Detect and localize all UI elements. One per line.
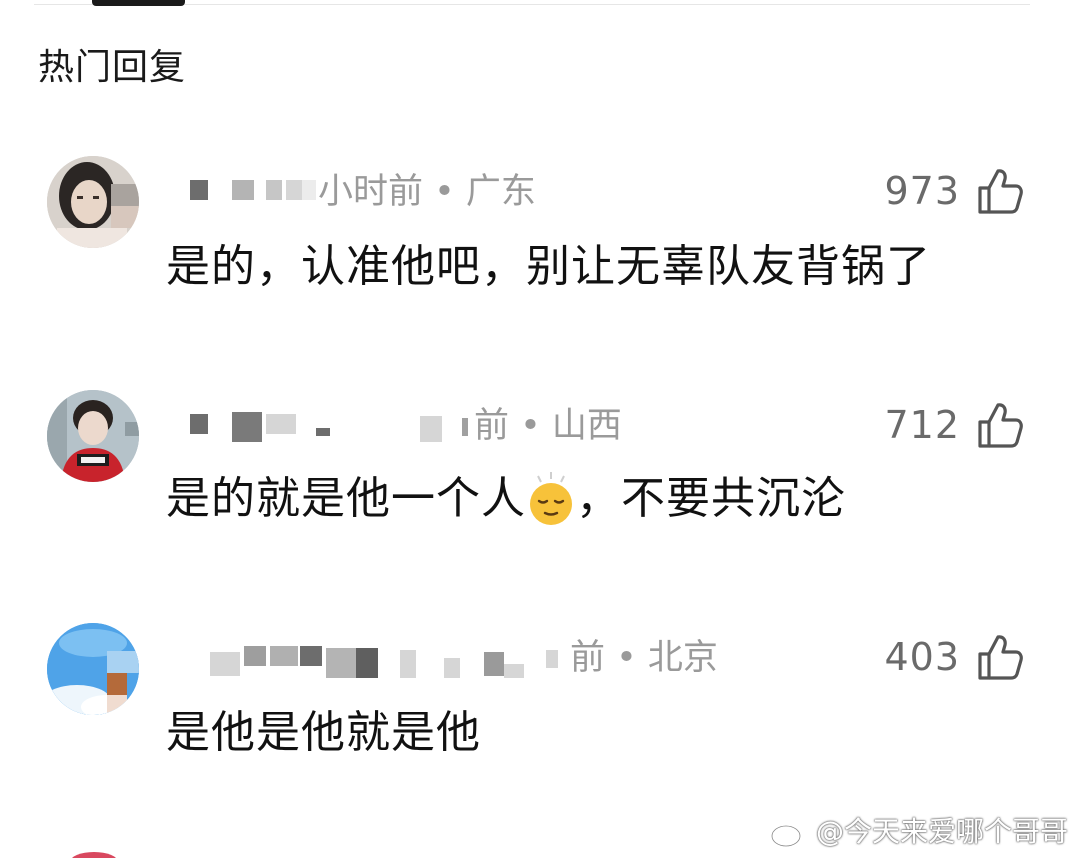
thumbs-up-icon — [978, 169, 1023, 214]
blurred-username — [190, 414, 208, 434]
avatar[interactable] — [47, 390, 139, 482]
comment-meta: 小时前 • 广东 — [190, 168, 890, 216]
comment-meta: 前 • 北京 — [190, 634, 890, 682]
comment-text: 是的，认准他吧，别让无辜队友背锅了 — [166, 241, 931, 292]
active-tab-indicator — [92, 0, 185, 6]
like-count: 973 — [884, 169, 960, 213]
like-button[interactable]: 712 — [884, 400, 1024, 450]
blurred-username — [190, 180, 208, 200]
weibo-logo-icon — [770, 816, 810, 848]
comment-meta: 前 • 山西 — [190, 402, 890, 450]
watermark-text: @今天来爱哪个哥哥 — [815, 815, 1068, 848]
comment-text: 是的就是他一个人 ，不要共沉沦 — [166, 470, 846, 528]
thumbs-up-icon — [978, 403, 1023, 448]
comment-time-location: 小时前 • 广东 — [318, 172, 536, 212]
blurred-username — [210, 652, 240, 676]
comment-text-part: 是的就是他一个人 — [166, 473, 526, 524]
section-title: 热门回复 — [38, 47, 187, 88]
avatar-photo — [47, 390, 139, 482]
comment-text: 是他是他就是他 — [166, 707, 481, 758]
like-button[interactable]: 403 — [884, 632, 1024, 682]
comment-time-location: 前 • 山西 — [474, 406, 622, 446]
hot-replies-screen: 热门回复 小时前 • 广东 973 是的，认准他吧，别让无辜队友背锅了 前 • … — [0, 0, 1076, 858]
relieved-face-emoji-icon — [526, 470, 576, 528]
next-comment-avatar[interactable] — [70, 852, 118, 858]
avatar[interactable] — [47, 623, 139, 715]
comment-text-part: ，不要共沉沦 — [576, 473, 846, 524]
thumbs-up-icon — [978, 635, 1023, 680]
watermark: @今天来爱哪个哥哥 — [770, 814, 1068, 850]
like-count: 712 — [884, 403, 960, 447]
avatar[interactable] — [47, 156, 139, 248]
comment-time-location: 前 • 北京 — [570, 638, 718, 678]
like-button[interactable]: 973 — [884, 166, 1024, 216]
like-count: 403 — [884, 635, 960, 679]
